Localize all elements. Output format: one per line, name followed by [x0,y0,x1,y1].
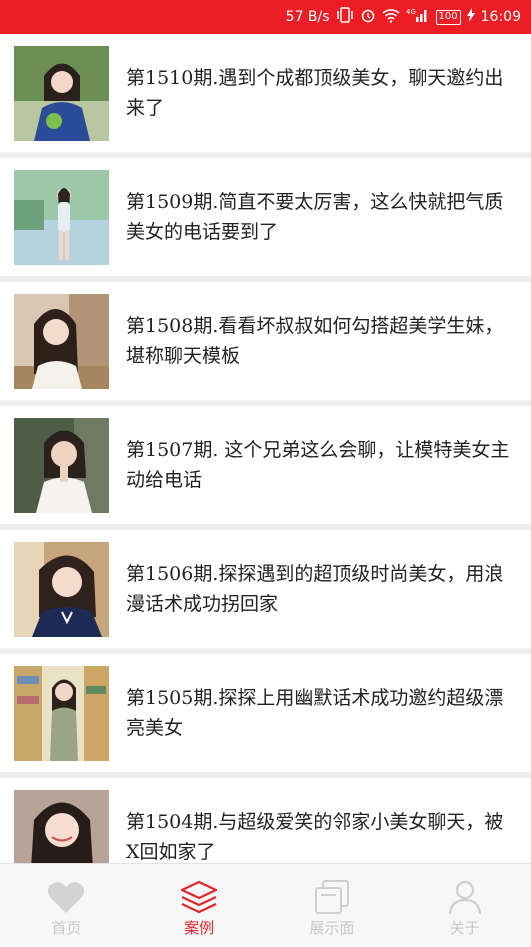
case-thumbnail [14,665,109,761]
status-indicators: 57 B/s 4G 100 16:09 [286,0,521,34]
tab-label: 案例 [184,919,215,937]
list-item[interactable]: 第1505期.探探上用幽默话术成功邀约超级漂亮美女 [0,654,531,772]
svg-text:4G: 4G [406,8,416,16]
list-item[interactable]: 第1504期.与超级爱笑的邻家小美女聊天，被X回如家了 [0,778,531,863]
alarm-icon [360,7,376,27]
case-thumbnail [14,417,109,513]
clock: 16:09 [480,9,521,25]
signal-icon: 4G [406,7,430,27]
case-thumbnail [14,789,109,863]
layers-icon [181,880,218,914]
case-thumbnail [14,293,109,389]
list-item[interactable]: 第1506期.探探遇到的超顶级时尚美女，用浪漫话术成功拐回家 [0,530,531,648]
case-title: 第1510期.遇到个成都顶级美女，聊天邀约出来了 [126,67,504,119]
list-item[interactable]: 第1510期.遇到个成都顶级美女，聊天邀约出来了 [0,34,531,152]
case-thumbnail [14,541,109,637]
bottom-tab-bar: 首页 案例 展示面 关于 [0,863,531,947]
tab-showcase[interactable]: 展示面 [266,864,399,947]
tab-about[interactable]: 关于 [398,864,531,947]
case-title: 第1507期. 这个兄弟这么会聊，让模特美女主动给电话 [126,439,510,491]
status-bar: 57 B/s 4G 100 16:09 [0,0,531,34]
charging-icon [466,8,475,26]
case-list[interactable]: 第1510期.遇到个成都顶级美女，聊天邀约出来了 第1509期.简直不要太厉害，… [0,34,531,863]
user-icon [448,880,481,915]
case-thumbnail [14,169,109,265]
case-title: 第1506期.探探遇到的超顶级时尚美女，用浪漫话术成功拐回家 [126,563,504,615]
tab-label: 首页 [51,919,82,937]
case-title: 第1504期.与超级爱笑的邻家小美女聊天，被X回如家了 [126,811,504,863]
tab-label: 关于 [449,919,480,937]
case-title: 第1508期.看看坏叔叔如何勾搭超美学生妹，堪称聊天模板 [126,315,504,367]
network-speed: 57 B/s [285,9,330,25]
cards-icon [314,880,349,914]
tab-home[interactable]: 首页 [0,864,133,947]
list-item[interactable]: 第1507期. 这个兄弟这么会聊，让模特美女主动给电话 [0,406,531,524]
case-title: 第1505期.探探上用幽默话术成功邀约超级漂亮美女 [126,687,504,739]
wifi-icon [382,8,400,27]
battery-icon: 100 [435,9,461,25]
tab-cases[interactable]: 案例 [133,864,266,947]
list-item[interactable]: 第1509期.简直不要太厉害，这么快就把气质美女的电话要到了 [0,158,531,276]
list-item[interactable]: 第1508期.看看坏叔叔如何勾搭超美学生妹，堪称聊天模板 [0,282,531,400]
case-title: 第1509期.简直不要太厉害，这么快就把气质美女的电话要到了 [126,191,504,243]
tab-label: 展示面 [309,919,355,937]
case-thumbnail [14,45,109,141]
vibrate-icon [336,7,354,27]
heart-icon [48,882,85,913]
